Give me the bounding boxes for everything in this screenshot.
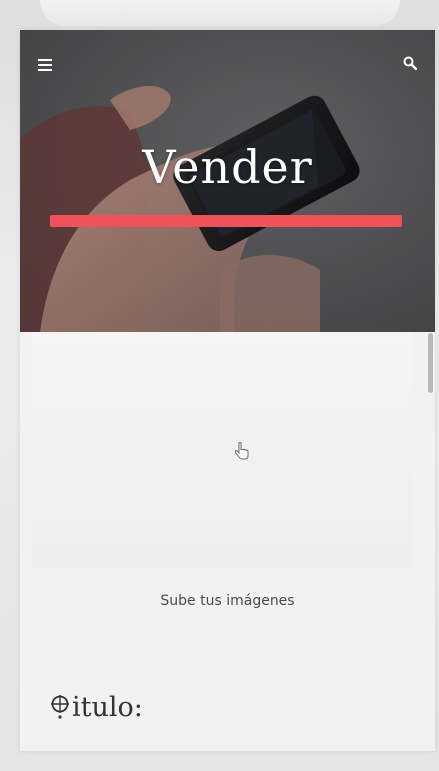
search-button[interactable] <box>399 52 421 74</box>
title-underline <box>50 215 402 227</box>
title-field-label: itulo: <box>72 692 143 723</box>
title-field-label-row: itulo: <box>50 692 143 723</box>
scrollbar[interactable] <box>428 333 433 393</box>
hamburger-icon <box>38 59 52 71</box>
menu-button[interactable] <box>34 54 56 76</box>
hand-pointer-icon <box>234 442 249 460</box>
search-icon <box>403 56 417 70</box>
phone-screen: Vender Sube tus imágenes itulo: <box>20 30 435 751</box>
upload-label[interactable]: Sube tus imágenes <box>20 593 435 609</box>
page-title: Vender <box>142 140 313 194</box>
image-upload-area[interactable] <box>32 332 412 568</box>
top-glow <box>40 0 400 26</box>
crosshair-target-icon <box>51 694 69 719</box>
hero-banner: Vender <box>20 30 435 332</box>
